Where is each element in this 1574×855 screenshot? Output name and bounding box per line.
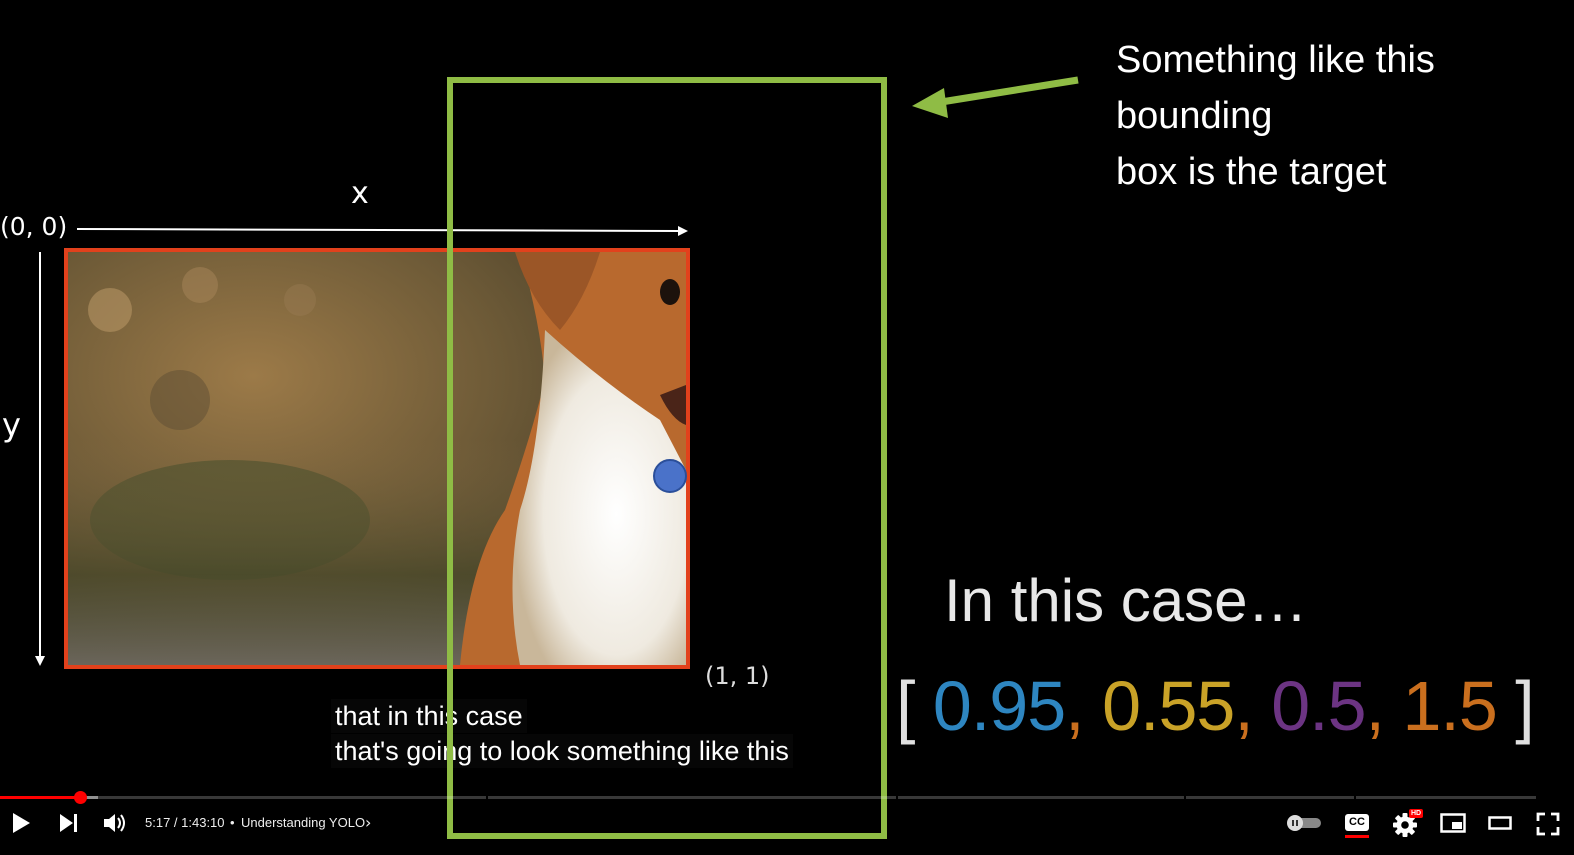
vector-separator: , bbox=[1234, 667, 1253, 745]
chapter-divider bbox=[896, 796, 898, 799]
settings-button[interactable]: HD bbox=[1392, 809, 1424, 838]
chapter-title[interactable]: Understanding YOLO bbox=[241, 815, 365, 830]
time-display: 5:17 / 1:43:10 bbox=[145, 815, 225, 830]
volume-icon bbox=[104, 814, 125, 832]
dog-photo bbox=[68, 252, 686, 665]
vector-value-h: 1.5 bbox=[1402, 667, 1497, 745]
vector-close-bracket: ] bbox=[1515, 667, 1534, 745]
progress-played bbox=[0, 796, 81, 799]
caption-line-2: that's going to look something like this bbox=[331, 734, 793, 768]
vector-open-bracket: [ bbox=[896, 667, 915, 745]
miniplayer-icon bbox=[1440, 813, 1466, 833]
chapter-separator: • bbox=[230, 815, 235, 830]
center-point-dot bbox=[653, 459, 687, 493]
target-vector: [ 0.95, 0.55, 0.5, 1.5 ] bbox=[896, 666, 1535, 746]
y-axis-arrow bbox=[35, 252, 45, 666]
captions-active-indicator bbox=[1345, 835, 1369, 838]
vector-separator: , bbox=[1065, 667, 1084, 745]
theater-icon bbox=[1488, 816, 1512, 830]
hd-badge: HD bbox=[1409, 809, 1424, 818]
volume-button[interactable] bbox=[100, 808, 130, 838]
pause-icon bbox=[1287, 815, 1303, 831]
vector-value-y: 0.55 bbox=[1102, 667, 1235, 745]
cc-icon: CC bbox=[1345, 814, 1369, 831]
x-axis-arrow bbox=[76, 226, 688, 236]
fullscreen-button[interactable] bbox=[1536, 812, 1560, 836]
autoplay-toggle[interactable] bbox=[1287, 815, 1321, 831]
play-icon bbox=[13, 813, 30, 833]
fullscreen-icon bbox=[1536, 812, 1560, 836]
next-button[interactable] bbox=[54, 808, 84, 838]
target-note: Something like this bounding box is the … bbox=[1116, 32, 1435, 200]
vector-value-x: 0.95 bbox=[932, 667, 1066, 745]
captions-button[interactable]: CC bbox=[1344, 812, 1370, 838]
chevron-right-icon[interactable]: › bbox=[365, 813, 371, 832]
theater-mode-button[interactable] bbox=[1488, 815, 1514, 833]
progress-scrubber[interactable] bbox=[74, 791, 88, 804]
chapter-divider bbox=[1354, 796, 1356, 799]
chapter-divider bbox=[1184, 796, 1186, 799]
progress-track bbox=[0, 796, 1536, 799]
video-player[interactable]: (0, 0) x y (1, 1) Something like this bo… bbox=[0, 0, 1574, 855]
case-heading: In this case… bbox=[944, 567, 1308, 634]
vector-value-w: 0.5 bbox=[1271, 667, 1366, 745]
player-controls bbox=[0, 790, 1574, 855]
target-note-line: Something like this bbox=[1116, 39, 1435, 81]
caption-line-1: that in this case bbox=[331, 699, 527, 733]
target-note-line: box is the target bbox=[1116, 151, 1387, 193]
next-icon bbox=[60, 814, 77, 832]
chapter-divider bbox=[486, 796, 488, 799]
progress-bar[interactable] bbox=[0, 791, 1574, 804]
pointer-arrow bbox=[912, 76, 1079, 118]
play-button[interactable] bbox=[6, 808, 36, 838]
miniplayer-button[interactable] bbox=[1440, 813, 1466, 835]
target-note-line: bounding bbox=[1116, 95, 1273, 137]
vector-separator: , bbox=[1365, 667, 1385, 745]
